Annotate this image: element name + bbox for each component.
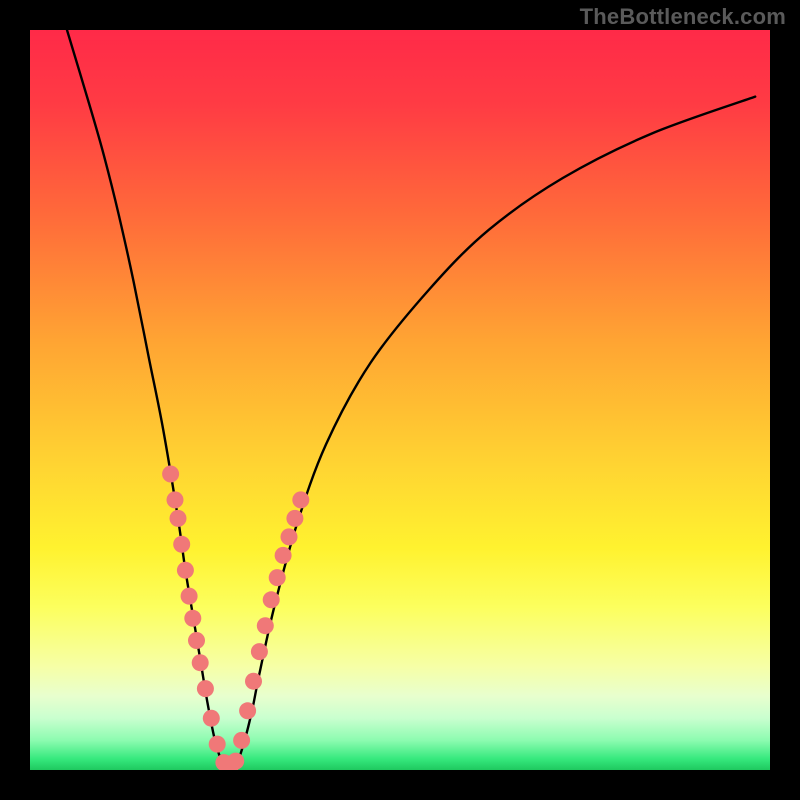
watermark-text: TheBottleneck.com: [580, 4, 786, 30]
salmon-dot: [286, 510, 303, 527]
salmon-dot: [184, 610, 201, 627]
salmon-dot: [245, 673, 262, 690]
bottleneck-chart-svg: [30, 30, 770, 770]
salmon-dot: [281, 528, 298, 545]
salmon-dot: [269, 569, 286, 586]
salmon-dot: [197, 680, 214, 697]
salmon-dot: [251, 643, 268, 660]
salmon-dot: [167, 491, 184, 508]
salmon-dot: [263, 591, 280, 608]
salmon-dot: [203, 710, 220, 727]
bottleneck-curve: [67, 30, 755, 770]
salmon-dots-group: [162, 466, 309, 771]
salmon-dot: [292, 491, 309, 508]
salmon-dot: [188, 632, 205, 649]
salmon-dot: [239, 702, 256, 719]
salmon-dot: [233, 732, 250, 749]
salmon-dot: [275, 547, 292, 564]
salmon-dot: [257, 617, 274, 634]
salmon-dot: [192, 654, 209, 671]
salmon-dot: [181, 588, 198, 605]
plot-area: [30, 30, 770, 770]
salmon-dot: [227, 753, 244, 770]
salmon-dot: [170, 510, 187, 527]
salmon-dot: [177, 562, 194, 579]
salmon-dot: [209, 736, 226, 753]
salmon-dot: [162, 466, 179, 483]
salmon-dot: [173, 536, 190, 553]
chart-frame: TheBottleneck.com: [0, 0, 800, 800]
